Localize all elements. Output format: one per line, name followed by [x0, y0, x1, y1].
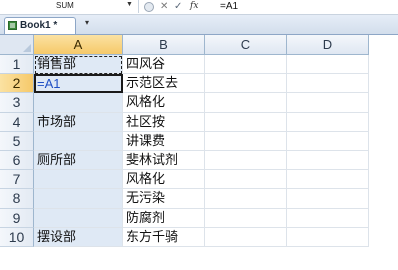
name-box-value: SUM — [56, 1, 74, 10]
cell-d10[interactable] — [287, 227, 369, 247]
cell-b9[interactable]: 防腐剂 — [123, 208, 205, 228]
chevron-down-icon[interactable]: ▼ — [126, 1, 133, 8]
cell-a8[interactable] — [34, 189, 123, 209]
formula-buttons: ✕ ✓ fx — [142, 0, 210, 13]
cell-d1[interactable] — [287, 55, 369, 75]
cell-d7[interactable] — [287, 170, 369, 190]
row-header-1[interactable]: 1 — [0, 55, 34, 75]
cancel-icon[interactable]: ✕ — [160, 0, 168, 13]
cell-b5[interactable]: 讲课费 — [123, 131, 205, 151]
cell-a6[interactable]: 厕所部 — [34, 151, 123, 171]
column-header-b[interactable]: B — [123, 35, 205, 55]
cell-a4[interactable]: 市场部 — [34, 112, 123, 132]
cell-a5[interactable] — [34, 131, 123, 151]
cell-b6[interactable]: 斐林试剂 — [123, 151, 205, 171]
tab-label: Book1 * — [20, 20, 58, 31]
cell-c3[interactable] — [205, 93, 287, 113]
cell-a2[interactable]: =A1 — [34, 74, 123, 94]
cell-a9[interactable] — [34, 208, 123, 228]
cell-c5[interactable] — [205, 131, 287, 151]
cell-d3[interactable] — [287, 93, 369, 113]
cell-c6[interactable] — [205, 151, 287, 171]
cell-a10[interactable]: 摆设部 — [34, 227, 123, 247]
cell-a3[interactable] — [34, 93, 123, 113]
name-box[interactable]: SUM ▼ — [0, 0, 139, 13]
row-header-9[interactable]: 9 — [0, 208, 34, 228]
cell-a7[interactable] — [34, 170, 123, 190]
column-header-d[interactable]: D — [287, 35, 369, 55]
cell-b10[interactable]: 东方千骑 — [123, 227, 205, 247]
cell-d5[interactable] — [287, 131, 369, 151]
cell-d6[interactable] — [287, 151, 369, 171]
cell-a1[interactable]: 销售部 — [34, 55, 123, 75]
cell-c8[interactable] — [205, 189, 287, 209]
row-header-5[interactable]: 5 — [0, 131, 34, 151]
cell-c9[interactable] — [205, 208, 287, 228]
cell-b2[interactable]: 示范区去 — [123, 74, 205, 94]
row-header-3[interactable]: 3 — [0, 93, 34, 113]
cell-c2[interactable] — [205, 74, 287, 94]
cell-d4[interactable] — [287, 112, 369, 132]
cell-b3[interactable]: 风格化 — [123, 93, 205, 113]
cell-c7[interactable] — [205, 170, 287, 190]
cell-c4[interactable] — [205, 112, 287, 132]
circle-button-icon[interactable] — [144, 2, 154, 12]
formula-input[interactable]: =A1 — [220, 0, 238, 13]
cell-b7[interactable]: 风格化 — [123, 170, 205, 190]
cell-b4[interactable]: 社区按 — [123, 112, 205, 132]
excel-workbook-icon — [8, 21, 17, 30]
formula-bar: SUM ▼ ✕ ✓ fx =A1 — [0, 0, 398, 15]
row-header-6[interactable]: 6 — [0, 151, 34, 171]
cell-c10[interactable] — [205, 227, 287, 247]
cell-d8[interactable] — [287, 189, 369, 209]
cell-d2[interactable] — [287, 74, 369, 94]
cell-b8[interactable]: 无污染 — [123, 189, 205, 209]
tab-dropdown-icon[interactable]: ▾ — [85, 18, 89, 27]
column-header-a[interactable]: A — [34, 35, 123, 55]
row-header-2[interactable]: 2 — [0, 74, 34, 94]
insert-function-icon[interactable]: fx — [190, 0, 198, 13]
cell-c1[interactable] — [205, 55, 287, 75]
select-all-corner[interactable] — [0, 35, 34, 55]
row-header-8[interactable]: 8 — [0, 189, 34, 209]
row-header-4[interactable]: 4 — [0, 112, 34, 132]
enter-check-icon[interactable]: ✓ — [174, 0, 182, 13]
cell-b1[interactable]: 四风谷 — [123, 55, 205, 75]
row-header-10[interactable]: 10 — [0, 227, 34, 247]
column-header-c[interactable]: C — [205, 35, 287, 55]
workbook-tab-strip: Book1 * ▾ — [0, 15, 398, 35]
tab-book1[interactable]: Book1 * — [4, 17, 76, 34]
cell-d9[interactable] — [287, 208, 369, 228]
row-header-7[interactable]: 7 — [0, 170, 34, 190]
